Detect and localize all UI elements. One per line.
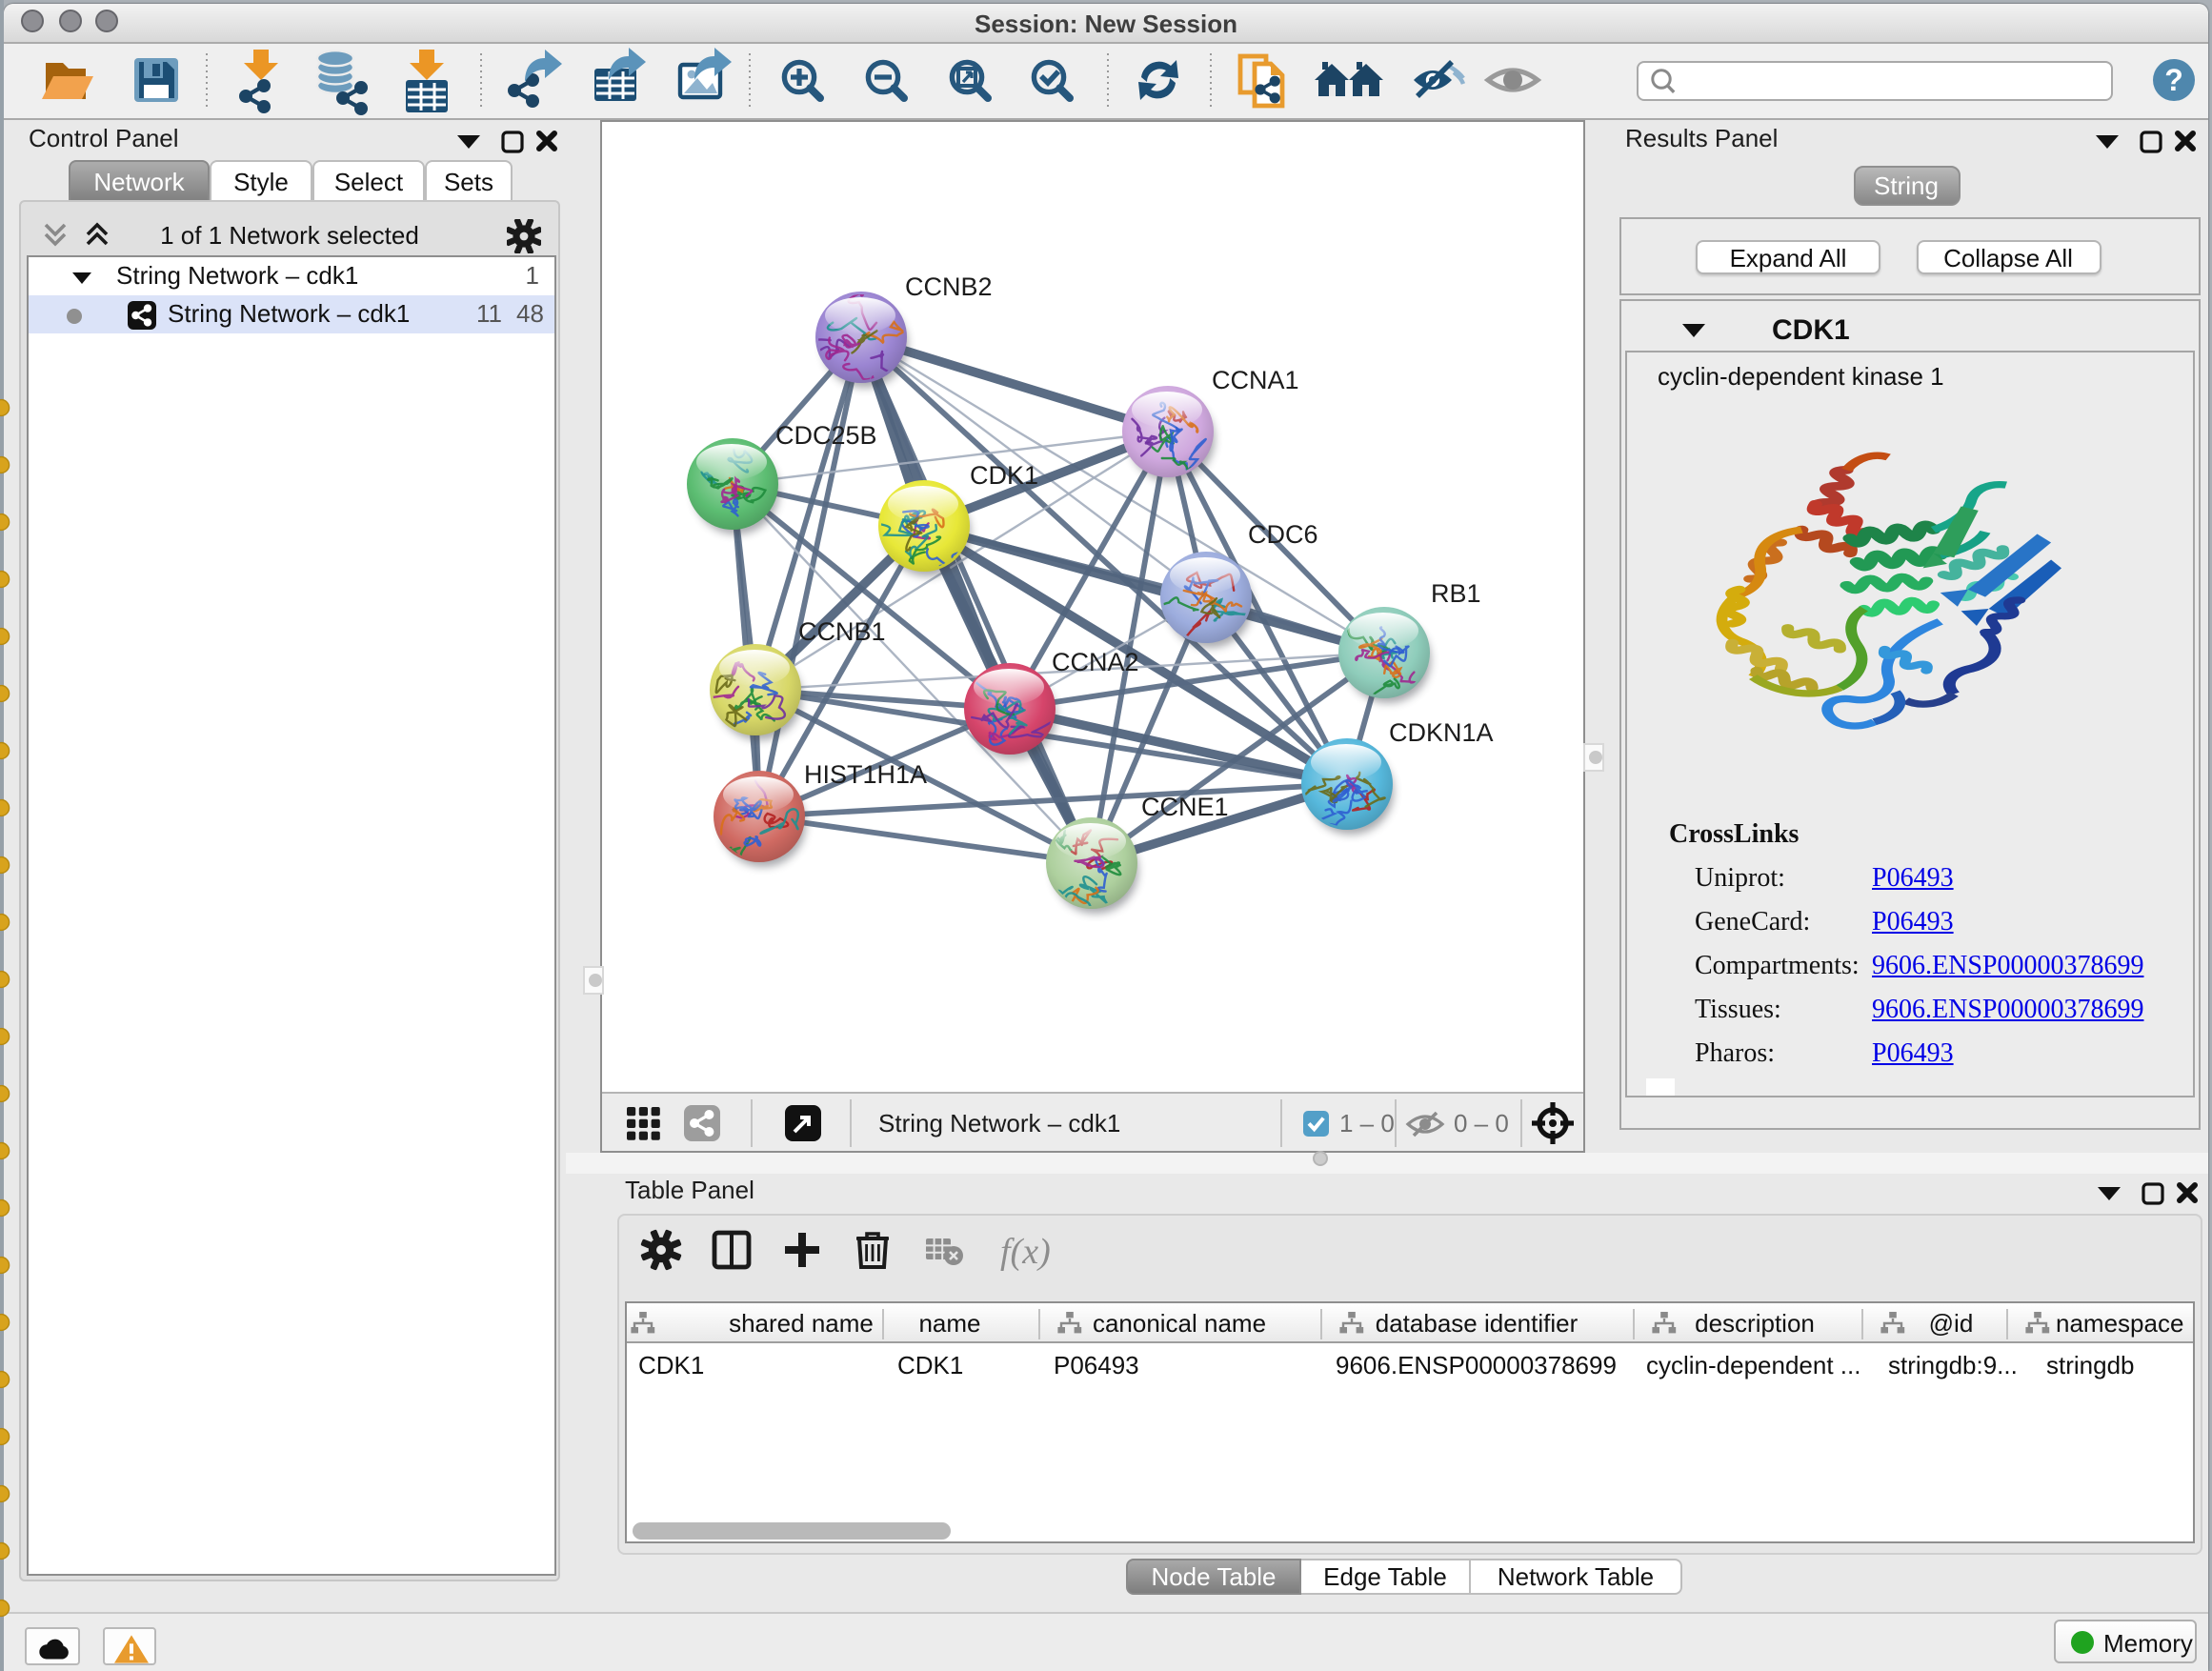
svg-text:CDC25B: CDC25B	[775, 421, 877, 450]
svg-text:CCNA2: CCNA2	[1052, 648, 1139, 676]
svg-text:1 – 0: 1 – 0	[1339, 1109, 1395, 1137]
svg-text:HIST1H1A: HIST1H1A	[804, 760, 927, 789]
svg-text:0 – 0: 0 – 0	[1454, 1109, 1509, 1137]
svg-text:String Network – cdk1: String Network – cdk1	[878, 1109, 1120, 1137]
svg-text:CDK1: CDK1	[970, 461, 1038, 490]
svg-text:CDC6: CDC6	[1248, 520, 1318, 549]
svg-text:?: ?	[2164, 63, 2183, 97]
svg-text:CCNB1: CCNB1	[798, 617, 886, 646]
svg-text:CDKN1A: CDKN1A	[1389, 718, 1494, 747]
svg-text:CCNB2: CCNB2	[905, 272, 993, 301]
svg-text:CCNE1: CCNE1	[1141, 793, 1229, 821]
svg-text:f(x): f(x)	[1000, 1231, 1051, 1271]
svg-text:CCNA1: CCNA1	[1212, 366, 1299, 394]
svg-text:RB1: RB1	[1431, 579, 1481, 608]
